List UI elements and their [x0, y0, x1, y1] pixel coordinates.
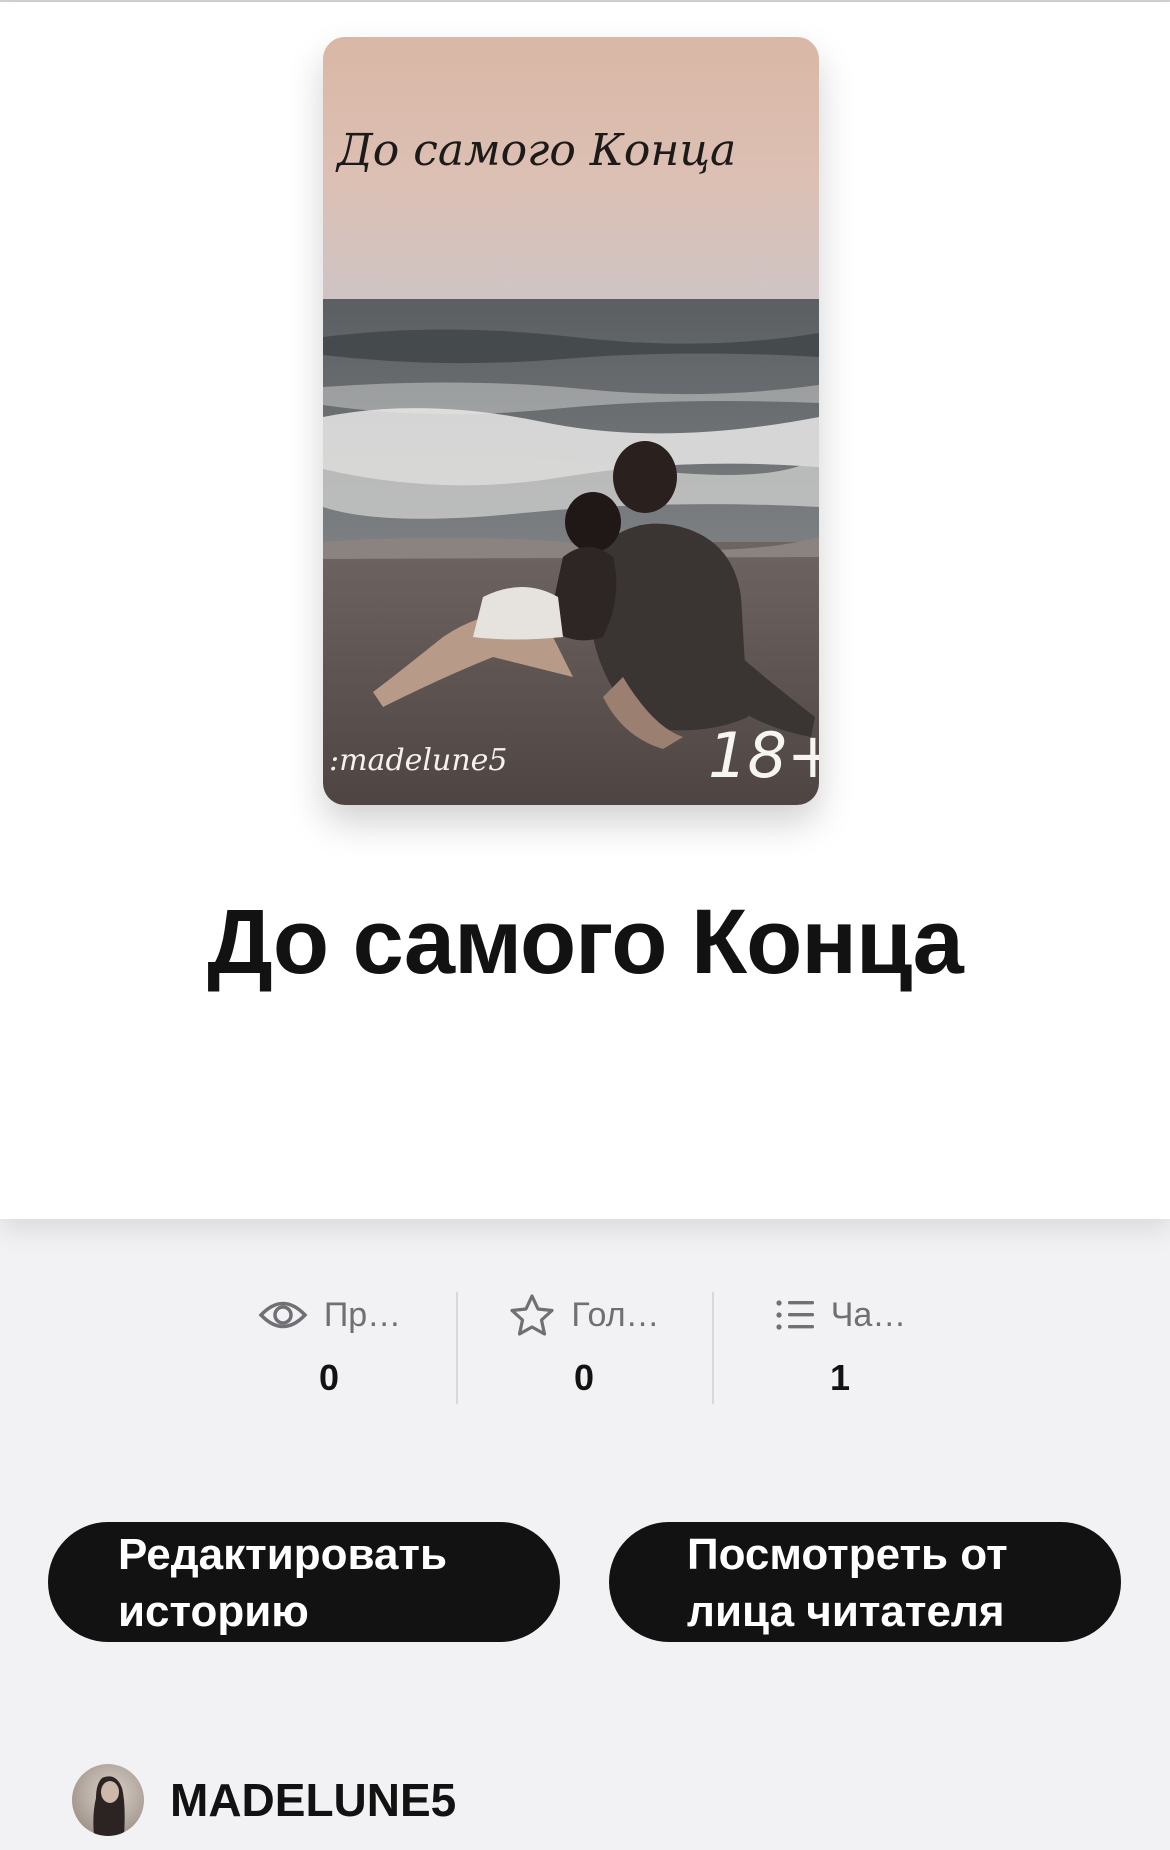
stat-parts-value: 1 [829, 1357, 851, 1398]
story-title: До самого Конца [207, 891, 964, 993]
stat-parts-header: Ча… [713, 1290, 968, 1340]
stat-reads-header: Пр… [202, 1290, 457, 1340]
reader-view-label-line2: лица читателя [687, 1587, 1005, 1636]
stat-reads-label: Пр… [323, 1295, 402, 1334]
stat-parts: Ча… 1 [713, 1290, 968, 1405]
story-cover-image[interactable]: До самого Конца :madelune5 18+ [323, 37, 819, 805]
list-icon [776, 1300, 814, 1330]
stat-votes: Гол… 0 [457, 1290, 712, 1405]
edit-story-label-line1: Редактировать [118, 1530, 448, 1579]
reader-view-button[interactable]: Посмотреть от лица читателя [609, 1522, 1121, 1642]
stat-reads-value: 0 [318, 1357, 340, 1398]
stat-votes-label: Гол… [571, 1295, 660, 1334]
reader-view-label-line1: Посмотреть от [687, 1530, 1008, 1579]
edit-story-button[interactable]: Редактировать историю [48, 1522, 560, 1642]
stat-reads: Пр… 0 [202, 1290, 457, 1405]
edit-story-label-line2: историю [118, 1587, 309, 1636]
cover-artwork: До самого Конца :madelune5 18+ [323, 37, 819, 805]
story-stats: Пр… 0 Гол… 0 Ча… 1 [0, 1290, 1170, 1405]
star-icon [510, 1294, 555, 1336]
stat-parts-label: Ча… [830, 1295, 907, 1334]
stat-votes-header: Гол… [457, 1290, 712, 1340]
eye-icon [258, 1301, 308, 1329]
avatar-image [93, 1776, 125, 1836]
author-row[interactable]: MADELUNE5 [72, 1764, 456, 1836]
cover-author-text: :madelune5 [329, 743, 507, 778]
cover-rating-text: 18+ [708, 719, 819, 792]
cover-title-text: До самого Конца [335, 125, 736, 176]
author-username[interactable]: MADELUNE5 [170, 1773, 456, 1827]
story-hero: До самого Конца :madelune5 18+ До самого… [0, 2, 1170, 1219]
author-avatar[interactable] [72, 1764, 144, 1836]
stat-votes-value: 0 [573, 1357, 595, 1398]
